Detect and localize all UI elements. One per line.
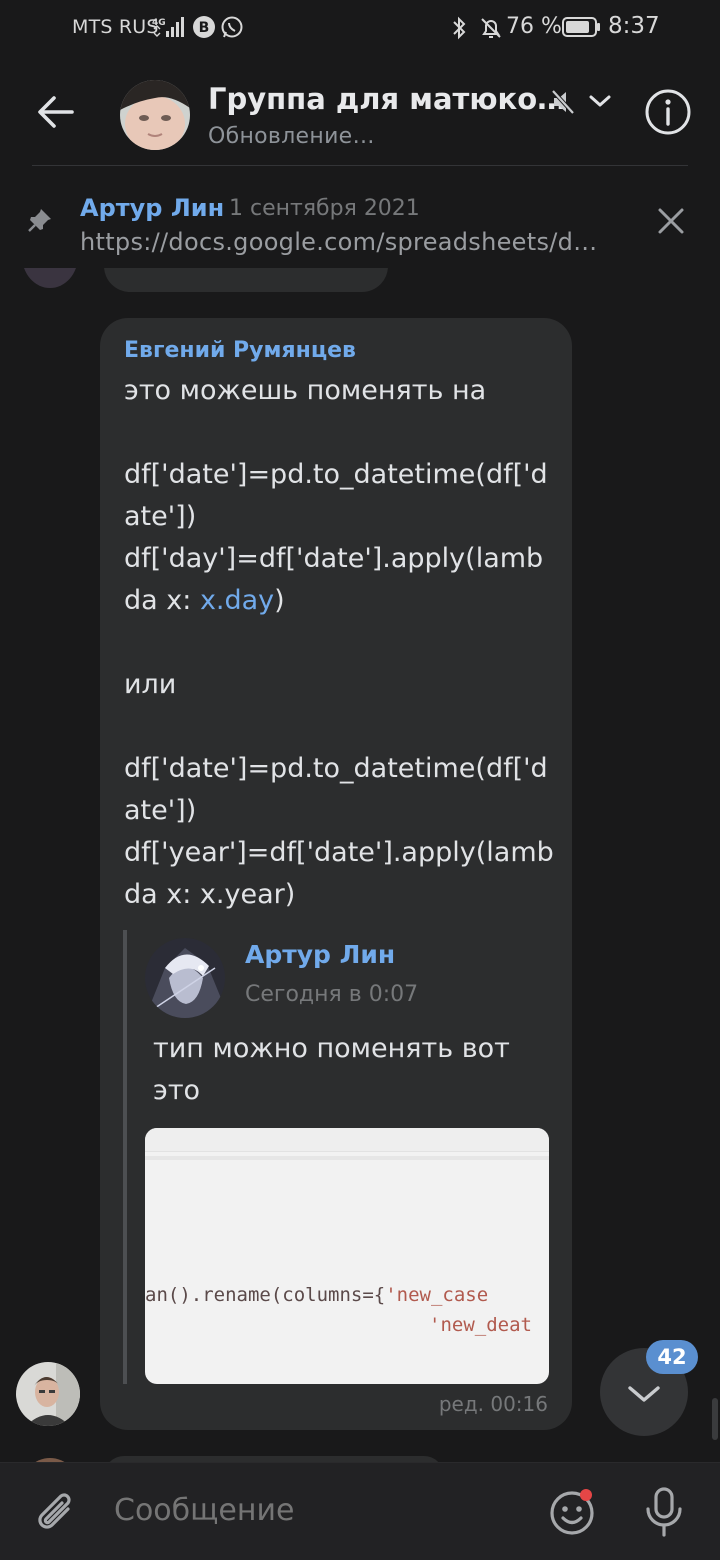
image-divider [145,1156,549,1160]
sender-avatar[interactable] [16,1362,80,1426]
message-line: df['date']=pd.to_datetime(df['d [124,459,548,490]
forwarded-time: Сегодня в 0:07 [245,982,419,1007]
mute-icon [550,88,576,120]
message-input[interactable] [114,1493,514,1528]
chat-title[interactable]: Группа для матюко… [208,82,566,116]
attach-button[interactable] [34,1487,80,1543]
message-line: da x: x.day) [124,580,554,622]
message-line-text: ) [274,585,285,616]
whatsapp-icon [220,15,244,43]
message-text: это можешь поменять на df['date']=pd.to_… [124,370,554,916]
message-line: ate']) [124,795,197,826]
message-link[interactable]: x.day [200,585,274,616]
image-code-text: an().rename(columns={ [145,1284,386,1306]
pinned-author: Артур Лин [80,194,225,222]
message-bubble[interactable]: Евгений Румянцев это можешь поменять на … [100,318,572,1430]
carrier-name: MTS RUS [72,16,159,38]
paperclip-icon [38,1493,71,1529]
message-line: df['day']=df['date'].apply(lamb [124,543,544,574]
pinned-message[interactable]: Артур Лин 1 сентября 2021 https://docs.g… [0,166,720,268]
message-author[interactable]: Евгений Румянцев [124,338,356,363]
info-button[interactable] [644,88,692,140]
pinned-text: https://docs.google.com/spreadsheets/d… [80,228,598,256]
message-line-text: da x: [124,585,200,616]
back-button[interactable] [32,88,80,136]
clock: 8:37 [608,13,660,39]
message-line [124,412,554,454]
svg-text:B: B [199,20,210,36]
image-toolbar-strip [145,1128,549,1152]
notification-dot [580,1489,592,1501]
chat-subtitle: Обновление… [208,124,375,149]
vk-notification-icon: B [192,15,216,43]
close-pinned-button[interactable] [654,204,688,242]
message-list[interactable]: Евгений Румянцев это можешь поменять на … [0,268,720,1462]
back-arrow-icon [38,96,74,128]
chat-avatar[interactable] [120,80,190,150]
message-line: это можешь поменять на [124,375,487,406]
forwarded-message[interactable]: Артур Лин Сегодня в 0:07 тип можно помен… [123,930,553,1384]
message-line: da x: x.year) [124,879,296,910]
message-line [124,706,554,748]
avatar[interactable] [22,268,78,288]
status-bar: MTS RUS 4G B 76 % 8:37 [0,0,720,58]
image-code-string: 'new_case [385,1284,489,1306]
signal-icon: 4G [152,15,186,43]
message-line: ate']) [124,501,197,532]
message-line [124,622,554,664]
svg-text:4G: 4G [152,18,166,28]
message-line: или [124,669,177,700]
forwarded-text: тип можно поменять вот это [153,1033,510,1106]
chat-header: Группа для матюко… Обновление… [0,58,720,166]
battery-percent: 76 % [506,14,562,39]
message-composer [0,1462,720,1560]
battery-icon [562,16,602,42]
image-code-line: 'new_deat [429,1314,532,1336]
bell-off-icon [478,15,504,45]
avatar[interactable] [145,938,225,1018]
close-icon [658,208,684,234]
message-line: df['year']=df['date'].apply(lamb [124,837,554,868]
pin-icon [26,206,54,238]
pinned-date: 1 сентября 2021 [229,196,420,221]
voice-message-button[interactable] [642,1485,688,1543]
image-code-line: an().rename(columns={'new_case [145,1284,488,1306]
chevron-down-icon[interactable] [588,94,612,114]
edited-timestamp: ред. 00:16 [438,1392,548,1416]
microphone-icon [646,1487,682,1537]
bluetooth-icon [446,15,472,45]
info-icon [645,89,691,135]
scrollbar-thumb[interactable] [712,1398,718,1440]
forwarded-image[interactable]: an().rename(columns={'new_case 'new_deat [145,1128,549,1384]
forwarded-author[interactable]: Артур Лин [245,940,395,969]
message-bubble-previous[interactable] [104,268,388,292]
unread-count-badge: 42 [646,1340,698,1374]
message-line: df['date']=pd.to_datetime(df['d [124,753,548,784]
